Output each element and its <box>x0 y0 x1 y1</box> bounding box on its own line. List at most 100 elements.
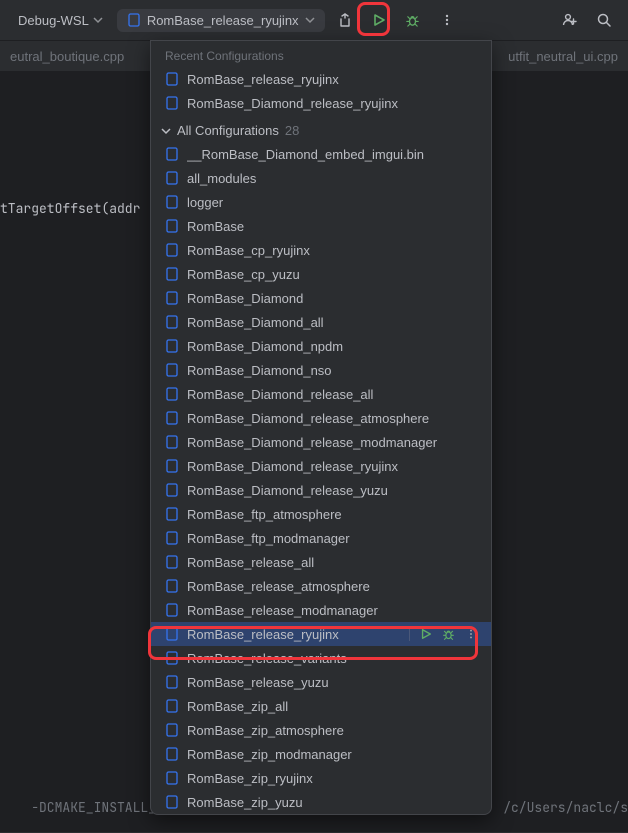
config-item-label: RomBase_release_all <box>187 555 477 570</box>
config-file-icon <box>165 699 179 713</box>
bug-icon <box>405 13 420 28</box>
editor-tab[interactable]: eutral_boutique.cpp <box>0 49 134 64</box>
config-item-label: RomBase_Diamond_release_atmosphere <box>187 411 477 426</box>
config-item[interactable]: RomBase_Diamond_release_ryujinx <box>151 454 491 478</box>
config-item-label: RomBase_Diamond_release_ryujinx <box>187 96 477 111</box>
config-item-label: RomBase_zip_all <box>187 699 477 714</box>
config-item[interactable]: RomBase_zip_yuzu <box>151 790 491 814</box>
config-item[interactable]: RomBase_Diamond_nso <box>151 358 491 382</box>
chevron-down-icon <box>161 126 171 136</box>
config-item-label: RomBase_Diamond_release_modmanager <box>187 435 477 450</box>
config-file-icon <box>165 675 179 689</box>
config-item-label: RomBase_ftp_atmosphere <box>187 507 477 522</box>
config-file-icon <box>165 651 179 665</box>
config-item-label: RomBase_Diamond <box>187 291 477 306</box>
config-item[interactable]: RomBase_Diamond_release_yuzu <box>151 478 491 502</box>
config-item[interactable]: RomBase_zip_modmanager <box>151 742 491 766</box>
config-item-label: RomBase_zip_yuzu <box>187 795 477 810</box>
code-fragment: tTargetOffset(addr <box>0 200 140 217</box>
search-icon <box>596 12 612 28</box>
collaborate-button[interactable] <box>556 6 584 34</box>
config-item[interactable]: RomBase_release_yuzu <box>151 670 491 694</box>
search-button[interactable] <box>590 6 618 34</box>
config-item[interactable]: RomBase_Diamond <box>151 286 491 310</box>
config-item[interactable]: RomBase_release_ryujinx <box>151 67 491 91</box>
config-item-label: RomBase_release_modmanager <box>187 603 477 618</box>
config-item-label: logger <box>187 195 477 210</box>
config-file-icon <box>165 459 179 473</box>
config-item[interactable]: RomBase_release_modmanager <box>151 598 491 622</box>
config-item-label: RomBase <box>187 219 477 234</box>
config-item-label: __RomBase_Diamond_embed_imgui.bin <box>187 147 477 162</box>
debug-button[interactable] <box>442 628 455 641</box>
config-item[interactable]: RomBase_zip_atmosphere <box>151 718 491 742</box>
config-file-icon <box>165 267 179 281</box>
config-item[interactable]: RomBase_Diamond_release_ryujinx <box>151 91 491 115</box>
section-count: 28 <box>285 123 299 138</box>
config-item-label: RomBase_Diamond_release_all <box>187 387 477 402</box>
config-file-icon <box>127 13 141 27</box>
more-actions-button[interactable] <box>433 6 461 34</box>
config-item[interactable]: __RomBase_Diamond_embed_imgui.bin <box>151 142 491 166</box>
config-item[interactable]: RomBase_release_variants <box>151 646 491 670</box>
config-file-icon <box>165 363 179 377</box>
config-item[interactable]: RomBase <box>151 214 491 238</box>
config-item[interactable]: RomBase_ftp_modmanager <box>151 526 491 550</box>
config-item[interactable]: RomBase_cp_yuzu <box>151 262 491 286</box>
config-item[interactable]: RomBase_Diamond_all <box>151 310 491 334</box>
config-item-label: RomBase_Diamond_nso <box>187 363 477 378</box>
config-item[interactable]: RomBase_Diamond_release_all <box>151 382 491 406</box>
editor-tab[interactable]: utfit_neutral_ui.cpp <box>498 49 628 64</box>
rerun-button[interactable] <box>331 6 359 34</box>
play-icon <box>420 628 432 640</box>
bug-icon <box>442 628 455 641</box>
config-item[interactable]: RomBase_release_all <box>151 550 491 574</box>
config-item[interactable]: RomBase_zip_all <box>151 694 491 718</box>
config-item[interactable]: RomBase_cp_ryujinx <box>151 238 491 262</box>
config-file-icon <box>165 531 179 545</box>
config-file-icon <box>165 291 179 305</box>
config-item-label: RomBase_release_atmosphere <box>187 579 477 594</box>
more-actions-button[interactable] <box>465 628 477 640</box>
config-item-label: RomBase_ftp_modmanager <box>187 531 477 546</box>
config-item-label: RomBase_Diamond_all <box>187 315 477 330</box>
config-item[interactable]: RomBase_release_atmosphere <box>151 574 491 598</box>
play-icon <box>372 13 386 27</box>
config-item-label: RomBase_cp_yuzu <box>187 267 477 282</box>
config-item-label: all_modules <box>187 171 477 186</box>
config-file-icon <box>165 435 179 449</box>
config-item[interactable]: logger <box>151 190 491 214</box>
run-config-dropdown[interactable]: RomBase_release_ryujinx <box>117 9 325 32</box>
people-icon <box>561 11 579 29</box>
config-item-label: RomBase_release_yuzu <box>187 675 477 690</box>
section-title-all: All Configurations <box>177 123 279 138</box>
main-toolbar: Debug-WSL RomBase_release_ryujinx <box>0 0 628 40</box>
config-item[interactable]: RomBase_release_ryujinx <box>151 622 491 646</box>
separator <box>409 627 410 641</box>
config-file-icon <box>165 555 179 569</box>
run-button[interactable] <box>420 628 432 640</box>
config-item[interactable]: RomBase_zip_ryujinx <box>151 766 491 790</box>
section-header-all[interactable]: All Configurations 28 <box>151 115 491 142</box>
config-file-icon <box>165 603 179 617</box>
code-fragment: -DCMAKE_INSTALL_P <box>0 782 164 833</box>
config-item-label: RomBase_Diamond_npdm <box>187 339 477 354</box>
kebab-icon <box>440 13 454 27</box>
run-config-label: RomBase_release_ryujinx <box>147 13 299 28</box>
config-item-label: RomBase_zip_ryujinx <box>187 771 477 786</box>
chevron-down-icon <box>93 15 103 25</box>
config-file-icon <box>165 387 179 401</box>
debug-button[interactable] <box>399 6 427 34</box>
config-item-label: RomBase_Diamond_release_ryujinx <box>187 459 477 474</box>
build-profile-label: Debug-WSL <box>18 13 89 28</box>
section-title-recent: Recent Configurations <box>151 41 491 67</box>
run-button[interactable] <box>365 6 393 34</box>
config-file-icon <box>165 195 179 209</box>
config-item[interactable]: RomBase_Diamond_release_atmosphere <box>151 406 491 430</box>
config-item[interactable]: RomBase_ftp_atmosphere <box>151 502 491 526</box>
config-item[interactable]: RomBase_Diamond_npdm <box>151 334 491 358</box>
config-item[interactable]: all_modules <box>151 166 491 190</box>
build-profile-dropdown[interactable]: Debug-WSL <box>10 9 111 32</box>
config-item[interactable]: RomBase_Diamond_release_modmanager <box>151 430 491 454</box>
config-item-label: RomBase_Diamond_release_yuzu <box>187 483 477 498</box>
